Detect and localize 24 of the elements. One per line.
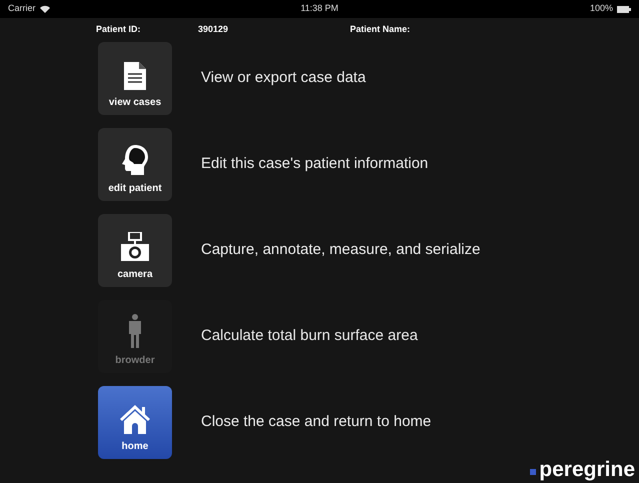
patient-name-label: Patient Name:: [350, 22, 410, 36]
battery-icon: [616, 6, 631, 12]
camera-icon: [120, 232, 150, 262]
action-description: View or export case data: [201, 68, 366, 88]
action-description: Close the case and return to home: [201, 412, 432, 432]
patient-id-label: Patient ID:: [96, 22, 142, 36]
patient-id-value: 390129: [198, 22, 230, 36]
action-description: Capture, annotate, measure, and serialize: [201, 240, 480, 260]
action-button[interactable]: camera: [98, 214, 172, 287]
house-icon: [119, 404, 151, 434]
carrier-label: Carrier: [8, 2, 36, 16]
action-button[interactable]: edit patient: [98, 128, 172, 201]
document-icon: [124, 62, 146, 90]
action-button[interactable]: view cases: [98, 42, 172, 115]
wifi-icon: [40, 5, 50, 13]
clock: 11:38 PM: [300, 2, 338, 16]
action-description: Edit this case's patient information: [201, 154, 428, 174]
logo-mark-icon: [530, 468, 536, 474]
action-button[interactable]: home: [98, 386, 172, 459]
brand-logo: peregrine: [539, 459, 635, 480]
head-icon: [120, 144, 150, 176]
person-icon: [128, 314, 142, 348]
battery-label: 100%: [590, 2, 613, 16]
action-description: Calculate total burn surface area: [201, 326, 418, 346]
